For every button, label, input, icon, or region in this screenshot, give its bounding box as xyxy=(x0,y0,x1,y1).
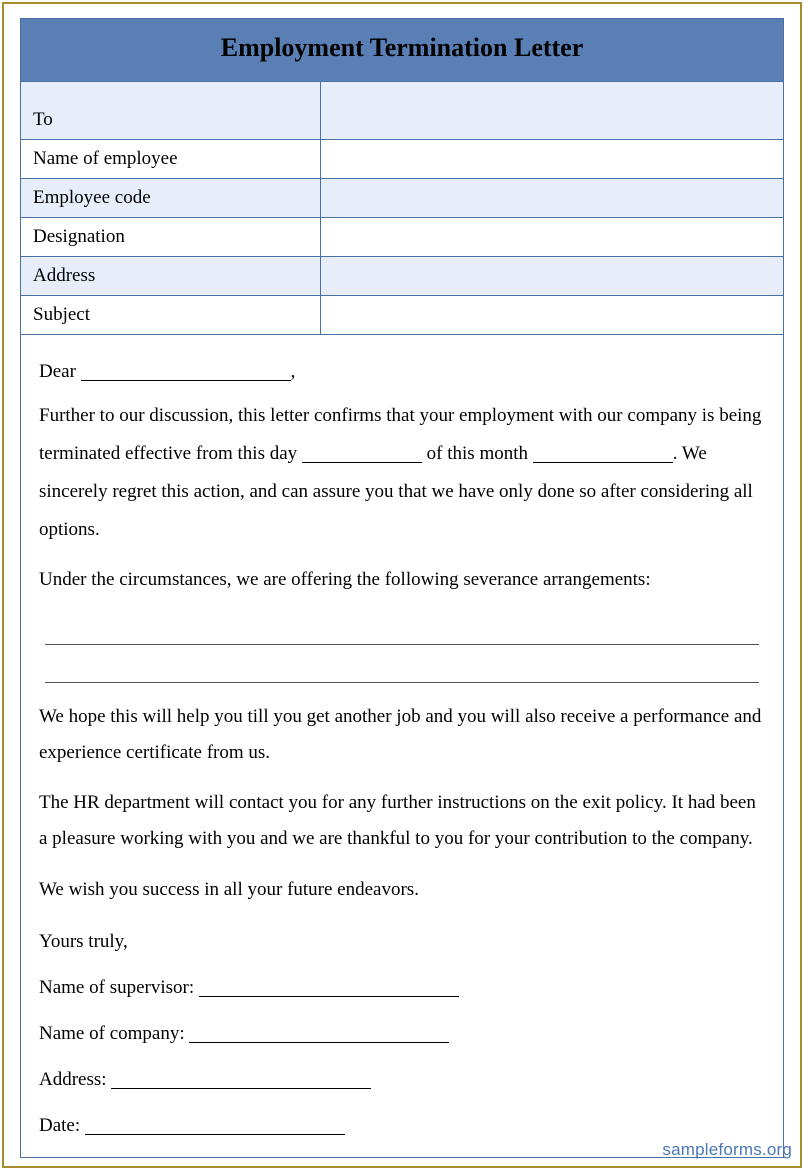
date-line: Date: xyxy=(39,1107,765,1145)
dear-text: Dear xyxy=(39,361,76,382)
date-label: Date: xyxy=(39,1115,80,1136)
supervisor-line: Name of supervisor: xyxy=(39,969,765,1007)
value-subject[interactable] xyxy=(321,296,783,334)
blank-day[interactable] xyxy=(302,444,422,463)
value-name[interactable] xyxy=(321,140,783,178)
blank-date[interactable] xyxy=(85,1116,345,1135)
value-code[interactable] xyxy=(321,179,783,217)
blank-supervisor[interactable] xyxy=(199,978,459,997)
p1b: of this month xyxy=(427,443,528,464)
salutation-line: Dear , xyxy=(39,353,765,391)
address-label: Address: xyxy=(39,1069,107,1090)
label-name: Name of employee xyxy=(21,140,321,178)
company-line: Name of company: xyxy=(39,1015,765,1053)
label-code: Employee code xyxy=(21,179,321,217)
label-address: Address xyxy=(21,257,321,295)
supervisor-label: Name of supervisor: xyxy=(39,977,194,998)
value-designation[interactable] xyxy=(321,218,783,256)
row-designation: Designation xyxy=(21,218,783,257)
watermark-text: sampleforms.org xyxy=(662,1140,792,1160)
row-subject: Subject xyxy=(21,296,783,335)
closing: Yours truly, xyxy=(39,923,765,961)
label-to: To xyxy=(21,82,321,139)
blank-company[interactable] xyxy=(189,1024,449,1043)
paragraph-2: Under the circumstances, we are offering… xyxy=(39,561,765,599)
row-name: Name of employee xyxy=(21,140,783,179)
dear-comma: , xyxy=(291,361,296,382)
severance-line-1[interactable] xyxy=(45,617,759,645)
blank-month[interactable] xyxy=(533,444,673,463)
row-to: To xyxy=(21,82,783,140)
row-code: Employee code xyxy=(21,179,783,218)
value-to[interactable] xyxy=(321,82,783,139)
value-address[interactable] xyxy=(321,257,783,295)
form-container: Employment Termination Letter To Name of… xyxy=(20,18,784,1158)
label-designation: Designation xyxy=(21,218,321,256)
blank-recipient[interactable] xyxy=(81,362,291,381)
company-label: Name of company: xyxy=(39,1023,185,1044)
blank-address[interactable] xyxy=(111,1070,371,1089)
letter-body: Dear , Further to our discussion, this l… xyxy=(21,335,783,1157)
label-subject: Subject xyxy=(21,296,321,334)
address-line: Address: xyxy=(39,1061,765,1099)
form-title: Employment Termination Letter xyxy=(21,19,783,82)
paragraph-5: We wish you success in all your future e… xyxy=(39,871,765,909)
severance-line-2[interactable] xyxy=(45,655,759,683)
row-address: Address xyxy=(21,257,783,296)
paragraph-1: Further to our discussion, this letter c… xyxy=(39,397,765,549)
paragraph-4: The HR department will contact you for a… xyxy=(39,785,765,857)
paragraph-3: We hope this will help you till you get … xyxy=(39,699,765,771)
